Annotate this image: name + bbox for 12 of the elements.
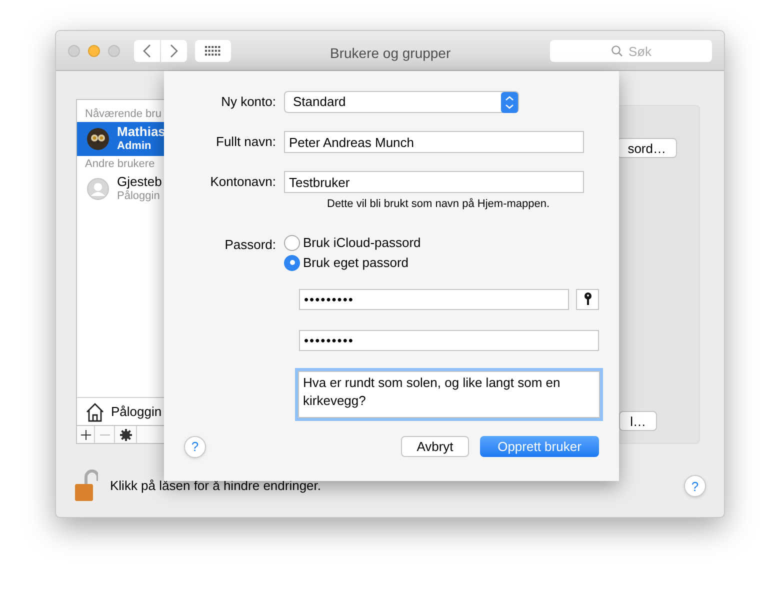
user-name: Mathias xyxy=(117,125,166,139)
window-title: Brukere og grupper xyxy=(330,44,451,63)
user-role: Admin xyxy=(117,139,152,153)
password-label: Passord: xyxy=(224,236,277,254)
account-name-note: Dette vil bli brukt som navn på Hjem-mappen. xyxy=(327,197,551,212)
user-name: Gjesteb xyxy=(117,175,162,189)
section-heading: Nåværende bru xyxy=(84,107,162,122)
account-name-label: Kontonavn: xyxy=(209,173,277,192)
user-role: Påloggin xyxy=(117,189,161,203)
section-heading: Andre brukere xyxy=(84,157,156,172)
account-type-label: Ny konto: xyxy=(220,93,277,112)
full-name-label: Fullt navn: xyxy=(215,133,277,152)
